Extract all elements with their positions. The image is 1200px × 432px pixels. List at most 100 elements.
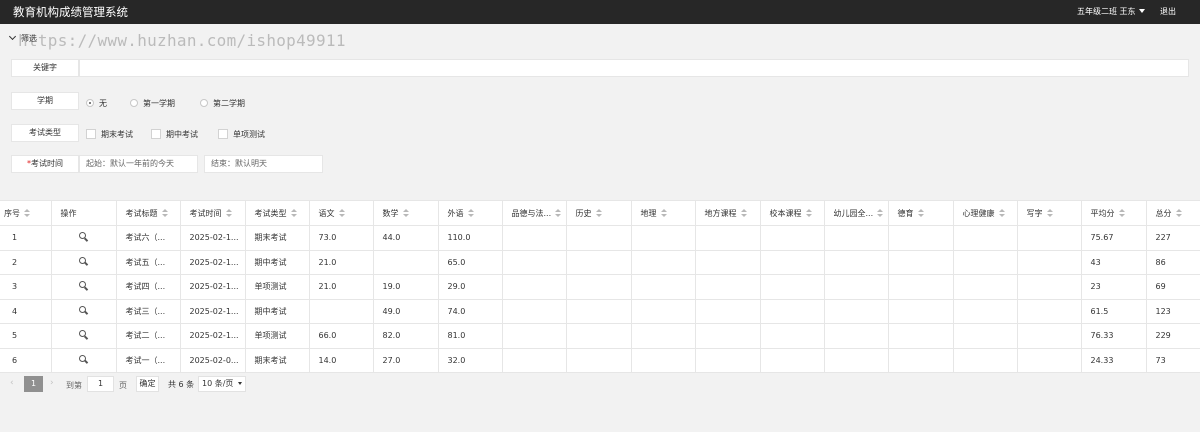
column-header[interactable]: 考试时间 <box>179 200 246 226</box>
table-body: 1 考试六（... 2025-02-1... 期末考试 73.0 44.0 110.0 75.… <box>0 225 1200 373</box>
sort-icon[interactable] <box>555 208 562 217</box>
sort-icon[interactable] <box>740 208 747 217</box>
column-header-label: 幼儿园全... <box>833 208 874 218</box>
column-header[interactable]: 地理 <box>630 200 696 226</box>
column-header[interactable]: 考试标题 <box>115 200 181 226</box>
chevron-down-icon <box>8 32 17 41</box>
search-icon[interactable] <box>79 281 88 290</box>
column-header[interactable]: 考试类型 <box>244 200 310 226</box>
sort-icon[interactable] <box>660 208 667 217</box>
exam-type-checkbox-midterm[interactable]: 期中考试 <box>151 129 198 140</box>
column-header-label: 考试标题 <box>125 208 158 218</box>
column-header[interactable]: 品德与法... <box>501 200 567 226</box>
exam-type-checkbox-final[interactable]: 期末考试 <box>86 129 133 140</box>
table-cell: 考试一（... <box>115 347 181 373</box>
column-header[interactable]: 数学 <box>372 200 439 226</box>
table-cell <box>50 274 117 300</box>
end-date-input[interactable]: 结束：默认明天 <box>204 155 323 173</box>
column-header[interactable]: 写字 <box>1016 200 1082 226</box>
sort-icon[interactable] <box>1118 208 1125 217</box>
exam-time-label: *考试时间 <box>11 155 79 173</box>
table-row: 4 考试三（... 2025-02-1... 期中考试 49.0 74.0 61.5 123 <box>0 298 1200 324</box>
column-header[interactable]: 语文 <box>308 200 374 226</box>
table-cell <box>759 298 825 324</box>
table-cell: 49.0 <box>372 298 439 324</box>
sort-icon[interactable] <box>1175 208 1182 217</box>
table-cell <box>823 225 889 251</box>
table-cell: 期末考试 <box>244 347 310 373</box>
table-cell <box>952 225 1018 251</box>
user-menu[interactable]: 五年级二班 王东 <box>1077 6 1145 17</box>
start-date-input[interactable]: 起始：默认一年前的今天 <box>79 155 198 173</box>
table-row: 1 考试六（... 2025-02-1... 期末考试 73.0 44.0 110.0 75.… <box>0 225 1200 251</box>
semester-radio-none[interactable]: 无 <box>86 98 107 109</box>
table-cell: 23 <box>1080 274 1147 300</box>
search-icon[interactable] <box>79 256 88 266</box>
search-icon[interactable] <box>79 330 88 339</box>
semester-radio-first[interactable]: 第一学期 <box>130 98 175 109</box>
column-header[interactable]: 地方课程 <box>694 200 761 226</box>
caret-down-icon <box>238 382 243 385</box>
table-cell: 76.33 <box>1080 323 1147 349</box>
column-header[interactable]: 外语 <box>437 200 503 226</box>
sort-icon[interactable] <box>595 208 602 217</box>
column-header[interactable]: 幼儿园全... <box>823 200 889 226</box>
goto-page-input[interactable]: 1 <box>87 376 114 392</box>
column-header[interactable]: 总分 <box>1145 200 1200 226</box>
semester-label: 学期 <box>11 92 79 110</box>
table-cell: 43 <box>1080 249 1147 275</box>
sort-icon[interactable] <box>338 208 345 217</box>
goto-confirm-button[interactable]: 确定 <box>136 376 159 392</box>
table-cell <box>1016 323 1082 349</box>
sort-icon[interactable] <box>805 208 812 217</box>
search-icon[interactable] <box>79 354 88 364</box>
column-header[interactable]: 德育 <box>887 200 954 226</box>
table-cell <box>501 249 567 275</box>
table-cell: 4 <box>0 298 52 324</box>
page-size-select[interactable]: 10 条/页 <box>198 376 246 392</box>
table-cell <box>694 347 761 373</box>
table-cell <box>952 274 1018 300</box>
sort-icon[interactable] <box>917 208 924 217</box>
column-header-label: 考试时间 <box>189 208 222 218</box>
column-header-label: 平均分 <box>1090 208 1115 218</box>
sort-icon[interactable] <box>402 208 409 217</box>
sort-icon[interactable] <box>1046 208 1053 217</box>
table-cell <box>694 249 761 275</box>
table-cell: 单项测试 <box>244 323 310 349</box>
table-cell: 2025-02-1... <box>179 274 246 300</box>
sort-icon[interactable] <box>161 208 168 217</box>
exam-type-checkbox-unit[interactable]: 单项测试 <box>218 129 265 140</box>
page-button-current[interactable]: 1 <box>24 376 43 392</box>
table-cell <box>823 298 889 324</box>
scores-table-container: 序号 操作 考试标题 考试时间 考试类型 语文 数学 外语 品德与法... 历史 地理 地方课程 校本课… <box>0 200 1200 373</box>
column-header[interactable]: 心理健康 <box>952 200 1018 226</box>
semester-radio-second[interactable]: 第二学期 <box>200 98 245 109</box>
logout-link[interactable]: 退出 <box>1160 6 1176 17</box>
sort-icon[interactable] <box>225 208 232 217</box>
table-cell: 2025-02-0... <box>179 347 246 373</box>
column-header-label: 心理健康 <box>962 208 995 218</box>
checkbox-icon <box>86 129 96 139</box>
sort-icon[interactable] <box>24 208 30 217</box>
column-header[interactable]: 序号 <box>0 200 52 226</box>
table-cell: 29.0 <box>437 274 503 300</box>
column-header[interactable]: 平均分 <box>1080 200 1147 226</box>
next-page-button[interactable]: › <box>50 378 54 388</box>
prev-page-button[interactable]: ‹ <box>10 378 14 388</box>
search-icon[interactable] <box>79 232 88 241</box>
user-menu-label: 五年级二班 王东 <box>1077 7 1136 16</box>
table-cell: 227 <box>1145 225 1200 251</box>
search-icon[interactable] <box>79 305 88 315</box>
table-cell: 考试三（... <box>115 298 181 324</box>
sort-icon[interactable] <box>290 208 297 217</box>
sort-icon[interactable] <box>877 208 884 217</box>
column-header[interactable]: 校本课程 <box>759 200 825 226</box>
top-navbar: 教育机构成绩管理系统 五年级二班 王东 退出 <box>0 0 1200 24</box>
table-cell <box>501 274 567 300</box>
column-header-label: 校本课程 <box>769 208 802 218</box>
column-header[interactable]: 历史 <box>565 200 632 226</box>
keyword-input[interactable] <box>79 59 1189 77</box>
sort-icon[interactable] <box>998 208 1005 217</box>
sort-icon[interactable] <box>467 208 474 217</box>
